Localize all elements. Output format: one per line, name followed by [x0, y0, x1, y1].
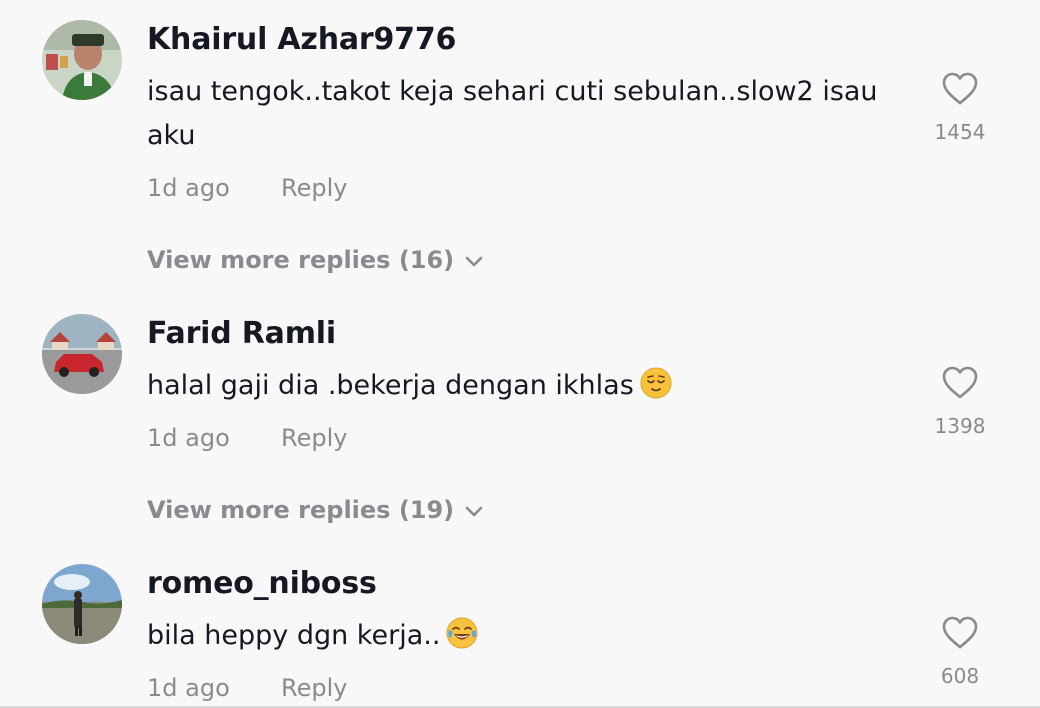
comment-username[interactable]: Farid Ramli — [147, 316, 336, 351]
comment-time: 1d ago — [147, 674, 230, 702]
reply-button[interactable]: Reply — [281, 674, 347, 702]
like-count: 1454 — [934, 120, 986, 144]
avatar-photo-icon — [42, 314, 122, 394]
reply-button[interactable]: Reply — [281, 174, 347, 202]
heart-icon[interactable] — [942, 366, 978, 400]
comment-text-content: halal gaji dia .bekerja dengan ikhlas — [147, 370, 634, 401]
chevron-down-icon — [465, 506, 483, 517]
comment-time: 1d ago — [147, 424, 230, 452]
comment-meta: 1d ago Reply — [147, 174, 347, 202]
avatar[interactable] — [42, 314, 122, 394]
comment-text: isau tengok..takot keja sehari cuti sebu… — [147, 76, 878, 151]
view-more-replies-button[interactable]: View more replies (19) — [147, 496, 484, 524]
comment-text-content: bila heppy dgn kerja.. — [147, 620, 441, 651]
comment-meta: 1d ago Reply — [147, 424, 347, 452]
heart-icon[interactable] — [942, 616, 978, 650]
reply-button[interactable]: Reply — [281, 424, 347, 452]
like-count: 1398 — [934, 414, 986, 438]
view-more-replies-label: View more replies (19) — [147, 496, 455, 524]
comment-username[interactable]: Khairul Azhar9776 — [147, 22, 456, 57]
view-more-replies-button[interactable]: View more replies (16) — [147, 246, 484, 274]
avatar-photo-icon — [42, 20, 122, 100]
heart-icon[interactable] — [942, 72, 978, 106]
avatar[interactable] — [42, 20, 122, 100]
comment-username[interactable]: romeo_niboss — [147, 566, 377, 601]
like-control: 1454 — [930, 72, 990, 144]
relieved-face-emoji-icon — [640, 367, 672, 399]
like-control: 1398 — [930, 366, 990, 438]
like-control: 608 — [930, 616, 990, 688]
comment-text: halal gaji dia .bekerja dengan ikhlas — [147, 364, 907, 408]
comment-text: bila heppy dgn kerja.. — [147, 614, 907, 658]
like-count: 608 — [940, 664, 980, 688]
avatar[interactable] — [42, 564, 122, 644]
comment-time: 1d ago — [147, 174, 230, 202]
avatar-photo-icon — [42, 564, 122, 644]
view-more-replies-label: View more replies (16) — [147, 246, 455, 274]
chevron-down-icon — [465, 256, 483, 267]
comment-meta: 1d ago Reply — [147, 674, 347, 702]
tears-of-joy-emoji-icon — [446, 617, 478, 649]
